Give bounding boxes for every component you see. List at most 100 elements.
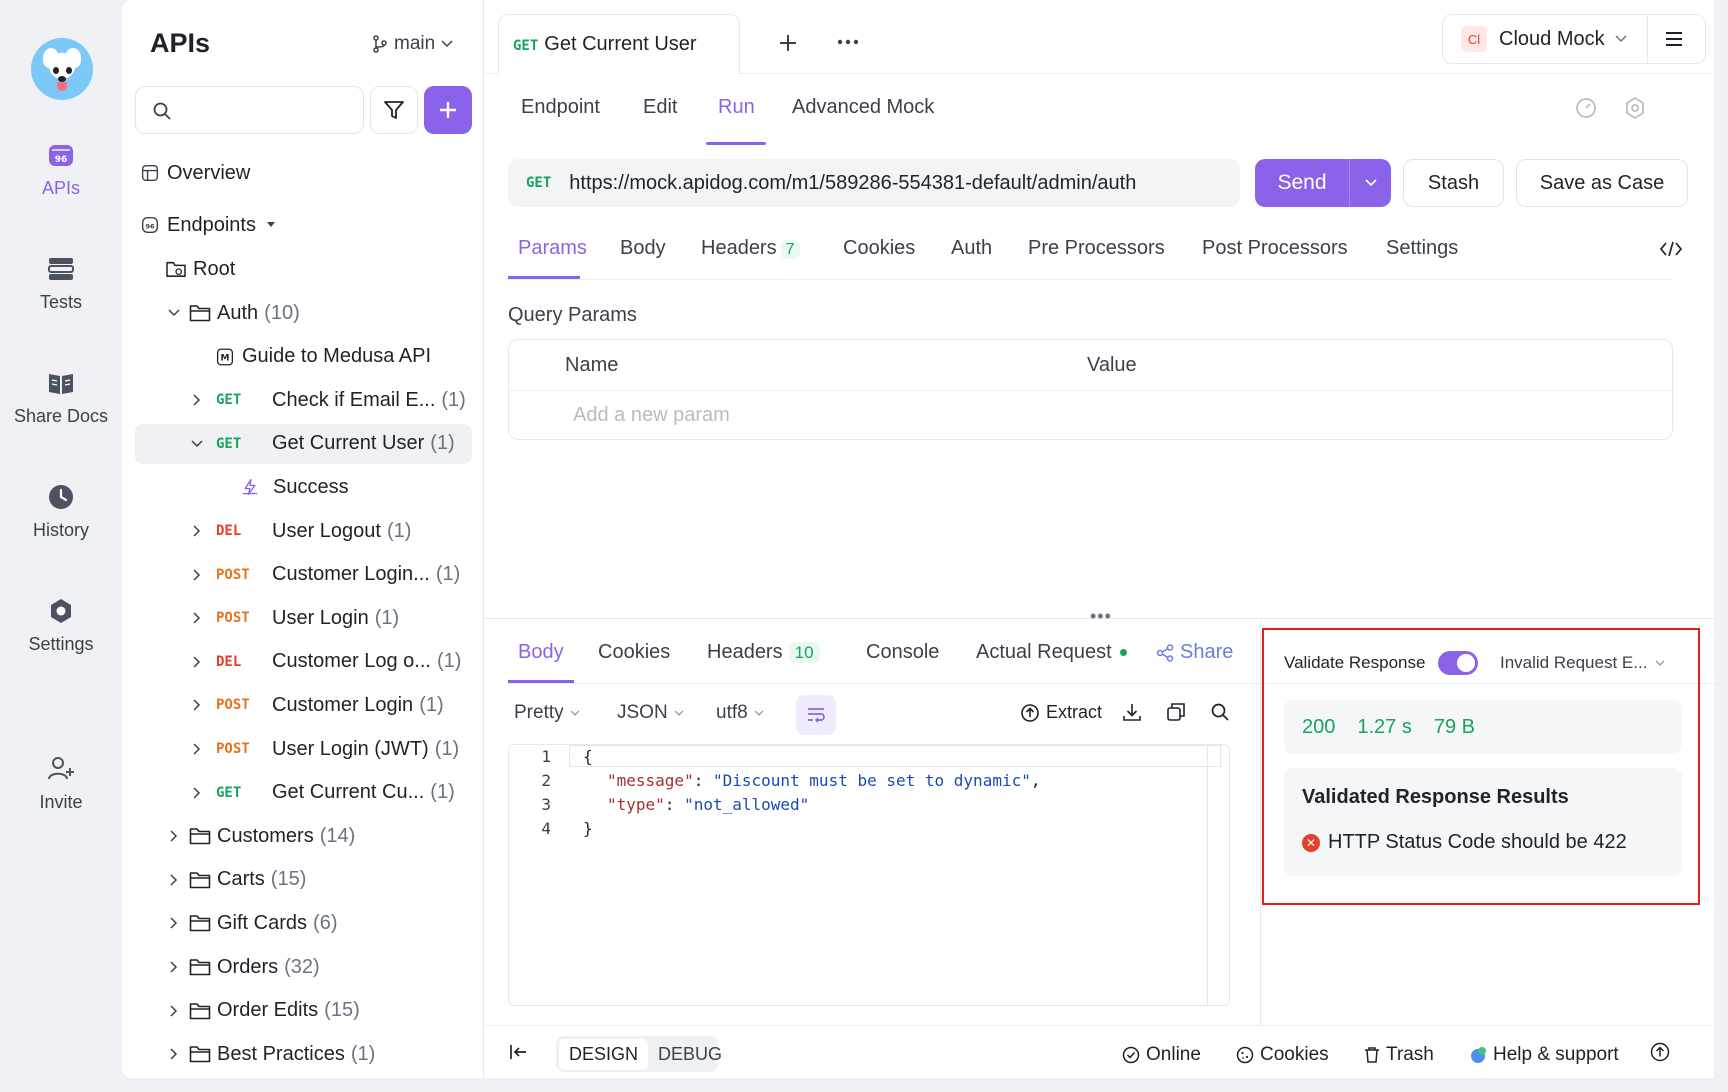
tree-endpoint[interactable]: DEL Customer Log o... (1) [122,642,484,682]
resize-handle[interactable]: ••• [1090,606,1112,627]
tree-folder[interactable]: Order Edits (15) [122,991,484,1031]
endpoint-label: Get Current Cu... [272,781,425,804]
tree-folder[interactable]: Gift Cards (6) [122,903,484,943]
online-status[interactable]: Online [1122,1044,1201,1066]
tab-advanced-mock[interactable]: Advanced Mock [792,96,934,119]
chevron-right-icon [170,874,178,886]
endpoint-label: User Login (JWT) [272,737,429,760]
share-button[interactable]: Share [1156,641,1233,664]
collapse-sidebar-icon[interactable] [510,1044,528,1060]
tree-folder[interactable]: Best Practices (1) [122,1034,484,1074]
tree-endpoint[interactable]: GET Get Current Cu... (1) [122,773,484,813]
query-params-title: Query Params [508,304,637,326]
nav-share-docs[interactable]: Share Docs [0,368,122,427]
tab-edit[interactable]: Edit [643,96,677,119]
settings-icon [46,596,76,626]
folder-icon [189,305,211,322]
avatar[interactable] [31,38,93,100]
search-icon[interactable] [1210,702,1230,722]
more-icon[interactable] [837,38,859,46]
tab-auth[interactable]: Auth [951,237,992,260]
tab-post-processors[interactable]: Post Processors [1202,237,1348,260]
tab-cookies[interactable]: Cookies [843,237,915,260]
line-number: 4 [541,819,551,838]
nav-apis[interactable]: 96 APIs [0,140,122,199]
nav-invite[interactable]: Invite [0,754,122,813]
response-tab-headers[interactable]: Headers 10 [707,641,820,664]
help-button[interactable]: Help & support [1469,1044,1619,1066]
download-icon[interactable] [1122,702,1142,722]
add-button[interactable] [424,86,472,134]
response-definition-select[interactable]: Invalid Request E... [1500,653,1665,673]
add-param-input[interactable]: Add a new param [573,404,730,427]
tree-folder[interactable]: Auth (10) [122,293,484,333]
menu-icon[interactable] [1665,31,1683,47]
settings-icon[interactable] [1623,96,1647,120]
tree-endpoint[interactable]: POST Customer Login (1) [122,685,484,725]
pretty-select[interactable]: Pretty [514,702,580,724]
tree-doc[interactable]: M Guide to Medusa API [122,337,484,377]
status-code: 200 [1302,715,1336,738]
tab-pre-processors[interactable]: Pre Processors [1028,237,1165,260]
send-button[interactable]: Send [1255,159,1391,207]
tab-cookies-label: Cookies [843,237,916,259]
cookies-button[interactable]: Cookies [1236,1044,1329,1066]
encoding-select[interactable]: utf8 [716,702,764,724]
code-icon[interactable] [1660,240,1682,258]
tree-endpoint[interactable]: GET Get Current User (1) [135,423,472,464]
trash-button[interactable]: Trash [1364,1044,1434,1066]
tab-get-current-user[interactable]: GET Get Current User [498,14,740,74]
nav-history[interactable]: History [0,482,122,541]
response-tab-cookies[interactable]: Cookies [598,641,670,664]
stash-button[interactable]: Stash [1403,159,1504,207]
response-code-editor[interactable]: 1 2 3 4 { "message": "Discount must be s… [508,744,1230,1006]
validate-response-toggle[interactable] [1438,651,1478,675]
tab-params[interactable]: Params [518,237,587,260]
sidebar-item-endpoints[interactable]: 96 Endpoints [122,205,484,245]
word-wrap-button[interactable] [796,695,836,735]
upload-icon[interactable] [1650,1042,1670,1062]
tree-endpoint[interactable]: POST User Login (JWT) (1) [122,729,484,769]
folder-label: Customers [217,824,314,847]
search-input[interactable] [135,86,364,134]
tree-endpoint[interactable]: GET Check if Email E... (1) [122,380,484,420]
tab-headers[interactable]: Headers 7 [701,237,800,260]
nav-settings[interactable]: Settings [0,596,122,655]
environment-selector[interactable]: Cl Cloud Mock [1442,14,1706,64]
tab-endpoint[interactable]: Endpoint [521,96,600,119]
mode-design[interactable]: DESIGN [559,1038,649,1070]
tree-folder[interactable]: Carts (15) [122,860,484,900]
url-input[interactable]: GET https://mock.apidog.com/m1/589286-55… [508,159,1240,207]
tree-endpoint[interactable]: POST Customer Login... (1) [122,555,484,595]
tree-folder[interactable]: Customers (14) [122,816,484,856]
mode-debug[interactable]: DEBUG [648,1039,732,1070]
tree-case[interactable]: Success [122,467,484,507]
tab-body[interactable]: Body [620,237,666,260]
new-tab-icon[interactable] [778,33,798,53]
nav-tests[interactable]: Tests [0,254,122,313]
test-case-icon [242,479,258,496]
sidebar-item-overview[interactable]: Overview [122,153,484,193]
doc-label: Guide to Medusa API [242,345,432,368]
response-tab-body[interactable]: Body [518,641,564,664]
send-dropdown[interactable] [1349,159,1391,207]
save-as-case-button[interactable]: Save as Case [1516,159,1688,207]
response-tab-actual-request[interactable]: Actual Request [976,641,1127,664]
copy-icon[interactable] [1166,702,1186,722]
endpoint-count: (1) [434,737,460,760]
validation-results: Validated Response Results ✕ HTTP Status… [1284,768,1682,876]
tree-endpoint[interactable]: POST User Login (1) [122,598,484,638]
response-tab-console[interactable]: Console [866,641,939,664]
tab-settings[interactable]: Settings [1386,237,1458,260]
branch-selector[interactable]: main [372,33,453,55]
tree-folder[interactable]: Orders (32) [122,947,484,987]
json-select[interactable]: JSON [617,702,684,724]
filter-button[interactable] [370,86,418,134]
tab-run[interactable]: Run [718,96,755,119]
response-split-divider[interactable] [1260,620,1261,1025]
gauge-icon[interactable] [1574,96,1598,120]
sidebar-item-root[interactable]: Root [122,249,484,289]
tree-endpoint[interactable]: DEL User Logout (1) [122,511,484,551]
mode-switch[interactable]: DESIGN DEBUG [556,1036,722,1072]
extract-button[interactable]: Extract [1020,702,1102,723]
